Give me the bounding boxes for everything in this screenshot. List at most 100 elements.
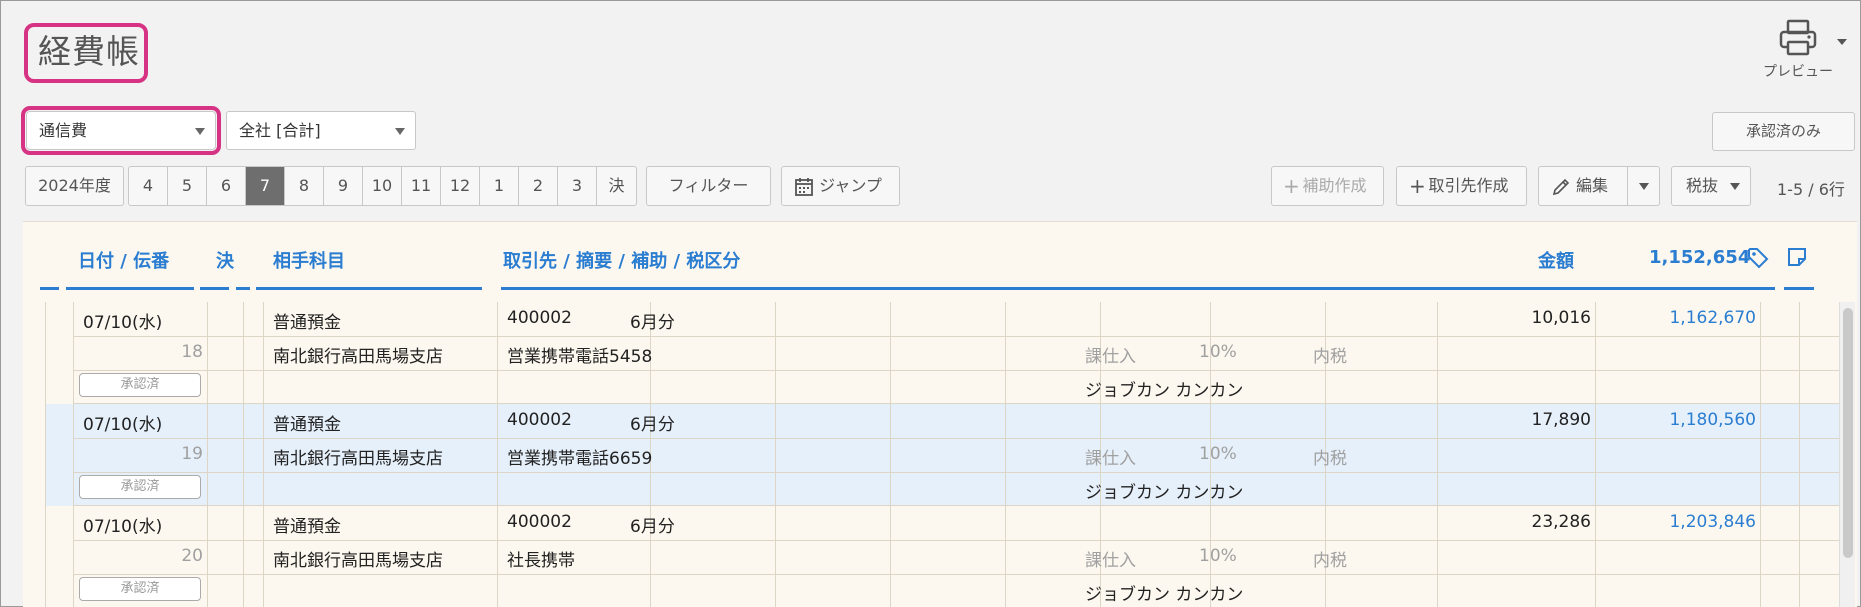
grid-line: [45, 404, 46, 506]
jump-label: ジャンプ: [819, 176, 882, 195]
grid-line: [263, 506, 264, 607]
tag-icon[interactable]: [1746, 246, 1770, 270]
header-divider: [1745, 287, 1775, 290]
header-divider: [256, 287, 482, 290]
month-tab[interactable]: 決: [597, 167, 636, 205]
month-tab[interactable]: 9: [324, 167, 363, 205]
header-divider: [236, 287, 250, 290]
preview-button[interactable]: プレビュー: [1753, 19, 1843, 81]
approved-only-button[interactable]: 承認済のみ: [1712, 112, 1855, 151]
jump-button[interactable]: ジャンプ: [781, 166, 900, 206]
edit-button[interactable]: 編集: [1538, 166, 1628, 206]
month-tab[interactable]: 6: [207, 167, 246, 205]
row-number: 20: [181, 546, 203, 566]
preview-dropdown-icon[interactable]: [1837, 39, 1847, 45]
month-tab[interactable]: 8: [285, 167, 324, 205]
row-account: 普通預金: [273, 313, 341, 333]
row-balance: 1,203,846: [1669, 512, 1756, 532]
month-tab[interactable]: 10: [363, 167, 402, 205]
row-tax-class: 課仕入: [1085, 551, 1136, 571]
add-aux-button[interactable]: + 補助作成: [1271, 166, 1384, 206]
account-select-value: 通信費: [39, 121, 88, 140]
ledger-table: 日付 / 伝番 決 相手科目 取引先 / 摘要 / 補助 / 税区分 金額 1,…: [23, 221, 1857, 607]
grid-line: [1760, 404, 1761, 506]
row-tax-type: 内税: [1313, 551, 1347, 571]
edit-menu-button[interactable]: [1627, 166, 1660, 206]
table-row[interactable]: 07/10(水) 18 承認済 普通預金 南北銀行高田馬場支店 400002 6月分 営業携帯…: [45, 302, 1839, 404]
note-icon[interactable]: [1786, 246, 1808, 268]
row-sub-account: 南北銀行高田馬場支店: [273, 347, 443, 367]
grid-line: [45, 302, 46, 404]
fiscal-year-button[interactable]: 2024年度: [25, 166, 124, 206]
grid-line: [207, 404, 208, 506]
row-person: ジョブカン カンカン: [1085, 585, 1244, 605]
filter-button[interactable]: フィルター: [646, 166, 771, 206]
row-date: 07/10(水): [83, 313, 163, 333]
row-description: 営業携帯電話6659: [507, 449, 653, 469]
grid-line: [1799, 506, 1800, 607]
month-tab[interactable]: 2: [519, 167, 558, 205]
pencil-icon: [1552, 178, 1570, 196]
page-title: 経費帳: [24, 23, 148, 83]
table-row[interactable]: 07/10(水) 20 承認済 普通預金 南北銀行高田馬場支店 400002 6月分 社長携帯…: [45, 506, 1839, 607]
grid-line: [1760, 506, 1761, 607]
chevron-down-icon: [1730, 183, 1740, 190]
company-select-value: 全社 [合計]: [239, 121, 321, 140]
month-tab[interactable]: 7: [246, 167, 285, 205]
row-number: 19: [181, 444, 203, 464]
grid-line: [73, 370, 1839, 371]
table-row[interactable]: 07/10(水) 19 承認済 普通預金 南北銀行高田馬場支店 400002 6月分 営業携帯…: [45, 404, 1839, 506]
status-badge: 承認済: [79, 577, 201, 601]
grid-line: [890, 506, 891, 607]
grid-line: [497, 506, 498, 607]
grid-line: [775, 302, 776, 404]
grid-line: [1799, 302, 1800, 404]
row-tax-rate: 10%: [1199, 342, 1237, 362]
chevron-down-icon: [1639, 183, 1649, 190]
company-select[interactable]: 全社 [合計]: [226, 111, 416, 150]
chevron-down-icon: [195, 128, 205, 135]
month-tab[interactable]: 5: [168, 167, 207, 205]
grid-line: [73, 540, 1839, 541]
grid-line: [207, 302, 208, 404]
row-count: 1-5 / 6行: [1777, 180, 1845, 199]
row-tax-rate: 10%: [1199, 546, 1237, 566]
month-tab[interactable]: 1: [480, 167, 519, 205]
row-amount: 17,890: [1531, 410, 1591, 430]
grid-line: [1005, 302, 1006, 404]
account-select[interactable]: 通信費: [21, 106, 221, 155]
month-selector: 4 5 6 7 8 9 10 11 12 1 2 3 決: [128, 166, 637, 206]
row-sub-account: 南北銀行高田馬場支店: [273, 551, 443, 571]
header-divider: [501, 287, 1440, 290]
printer-icon: [1779, 19, 1817, 56]
header-divider: [1583, 287, 1746, 290]
grid-line: [243, 302, 244, 404]
grid-line: [1760, 302, 1761, 404]
vertical-scrollbar[interactable]: [1839, 302, 1855, 607]
row-number: 18: [181, 342, 203, 362]
calendar-icon: [795, 178, 813, 196]
month-tab[interactable]: 12: [441, 167, 480, 205]
row-balance: 1,162,670: [1669, 308, 1756, 328]
status-badge: 承認済: [79, 373, 201, 397]
row-tax-rate: 10%: [1199, 444, 1237, 464]
tax-mode-select[interactable]: 税抜: [1671, 166, 1751, 206]
chevron-down-icon: [395, 128, 405, 135]
header-divider: [1784, 287, 1814, 290]
row-date: 07/10(水): [83, 517, 163, 537]
row-balance: 1,180,560: [1669, 410, 1756, 430]
preview-label: プレビュー: [1763, 64, 1833, 80]
grid-line: [1799, 404, 1800, 506]
col-header-balance: 1,152,654: [1649, 247, 1751, 268]
month-tab[interactable]: 3: [558, 167, 597, 205]
grid-line: [73, 336, 1839, 337]
status-badge: 承認済: [79, 475, 201, 499]
row-amount: 23,286: [1531, 512, 1591, 532]
month-tab[interactable]: 11: [402, 167, 441, 205]
month-tab[interactable]: 4: [129, 167, 168, 205]
app-window: 経費帳 プレビュー 通信費 全社 [合計] 承認済のみ 2024年度 45678…: [0, 0, 1861, 607]
grid-line: [890, 302, 891, 404]
add-partner-button[interactable]: + 取引先作成: [1396, 166, 1527, 206]
grid-line: [775, 506, 776, 607]
scrollbar-thumb[interactable]: [1843, 308, 1853, 558]
